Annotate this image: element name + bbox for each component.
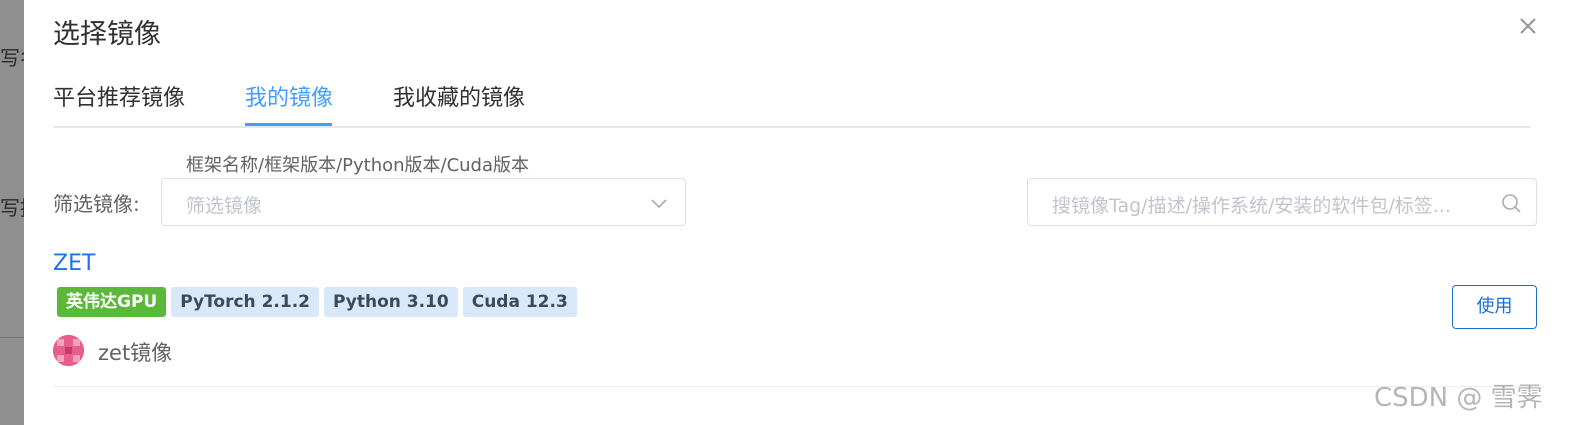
avatar [53, 335, 84, 366]
tag-python: Python 3.10 [323, 287, 458, 317]
tag-cuda: Cuda 12.3 [462, 287, 577, 317]
image-tabs: 平台推荐镜像 我的镜像 我收藏的镜像 [53, 80, 1530, 128]
tab-my-images[interactable]: 我的镜像 [245, 80, 333, 112]
search-placeholder: 搜镜像Tag/描述/操作系统/安装的软件包/标签... [1052, 195, 1451, 217]
image-owner: zet镜像 [98, 341, 173, 365]
filter-hint: 框架名称/框架版本/Python版本/Cuda版本 [186, 155, 530, 176]
csdn-watermark: CSDN @ 雪霁 [1374, 383, 1543, 413]
search-input[interactable]: 搜镜像Tag/描述/操作系统/安装的软件包/标签... [1027, 178, 1537, 226]
image-name-link[interactable]: ZET [53, 251, 95, 276]
background-text: 写名 [0, 46, 24, 70]
use-button[interactable]: 使用 [1452, 285, 1537, 329]
tab-favorite-images[interactable]: 我收藏的镜像 [393, 80, 525, 112]
chevron-down-icon [651, 199, 667, 209]
close-icon[interactable] [1514, 12, 1542, 40]
filter-label: 筛选镜像: [53, 192, 140, 216]
active-tab-indicator [245, 123, 332, 126]
background-divider [0, 337, 24, 338]
select-image-dialog: 选择镜像 平台推荐镜像 我的镜像 我收藏的镜像 框架名称/框架版本/Python… [24, 0, 1585, 425]
dialog-title: 选择镜像 [53, 19, 161, 50]
background-text: 写描 [0, 196, 24, 220]
tab-platform-recommended[interactable]: 平台推荐镜像 [53, 80, 185, 112]
list-divider [53, 386, 1537, 387]
filter-image-select[interactable]: 筛选镜像 [161, 178, 686, 226]
tag-framework: PyTorch 2.1.2 [171, 287, 319, 317]
search-icon[interactable] [1500, 192, 1522, 214]
filter-placeholder: 筛选镜像 [186, 195, 263, 217]
tag-gpu: 英伟达GPU [57, 287, 167, 317]
image-tags: 英伟达GPU PyTorch 2.1.2 Python 3.10 Cuda 12… [57, 287, 577, 317]
